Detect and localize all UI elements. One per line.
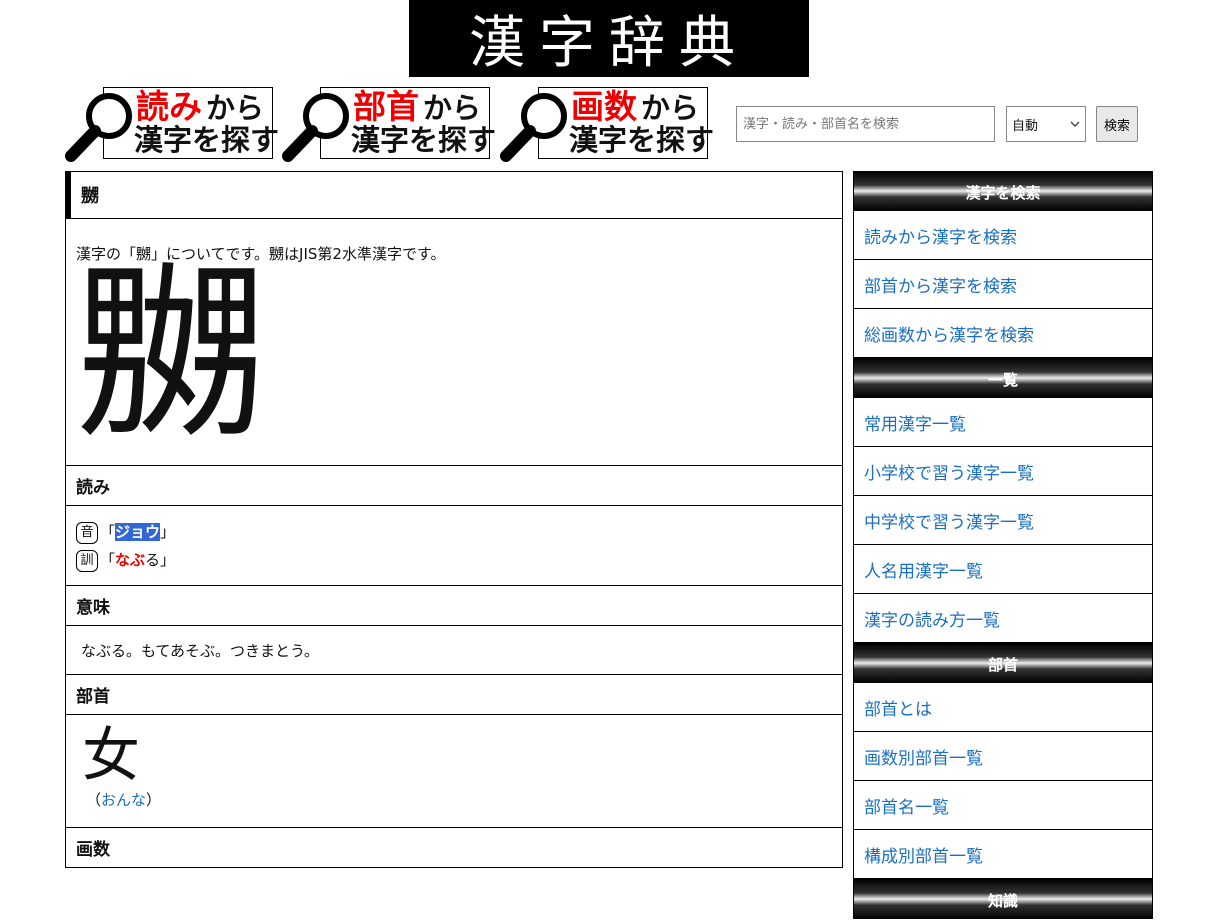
- meaning-heading: 意味: [66, 585, 842, 626]
- readings-body: 音「ジョウ」 訓「なぶる」: [66, 506, 842, 586]
- sidebar-heading-search: 漢字を検索: [854, 171, 1152, 211]
- search-by-strokes-line2: 漢字を探す: [569, 123, 715, 157]
- quote-open: 「: [100, 551, 116, 569]
- chevron-down-icon: [1070, 121, 1080, 127]
- kun-reading-okurigana: る: [145, 551, 161, 569]
- sidebar-heading-bushu: 部首: [854, 643, 1152, 683]
- bushu-glyph[interactable]: 女: [82, 721, 140, 791]
- kun-reading: 訓「なぶる」: [76, 546, 832, 574]
- meaning-text: なぶる。もてあそぶ。つきまとう。: [81, 642, 320, 660]
- on-reading: 音「ジョウ」: [76, 518, 832, 546]
- kun-reading-mark: 訓: [76, 549, 98, 572]
- search-by-radical-suffix: から: [423, 91, 482, 125]
- sidebar-item-reading-list[interactable]: 漢字の読み方一覧: [854, 594, 1152, 643]
- kanji-large-glyph: 嬲: [76, 245, 267, 466]
- quote-close: 」: [160, 551, 176, 569]
- bushu-body: 女 （おんな）: [66, 715, 842, 828]
- strokes-heading: 画数: [66, 827, 842, 868]
- search-by-reading-highlight: 読み: [136, 87, 202, 126]
- search-by-reading-button[interactable]: 読み から 漢字を探す: [65, 87, 279, 162]
- sidebar-item-bushu-by-strokes[interactable]: 画数別部首一覧: [854, 732, 1152, 781]
- sidebar: 漢字を検索 読みから漢字を検索 部首から漢字を検索 総画数から漢字を検索 一覧 …: [853, 171, 1153, 919]
- paren-close: ）: [146, 791, 162, 809]
- search-by-strokes-highlight: 画数: [571, 87, 637, 126]
- search-input[interactable]: [736, 106, 995, 142]
- search-by-radical-line2: 漢字を探す: [351, 123, 497, 157]
- quote-open: 「: [100, 523, 116, 541]
- search-button[interactable]: 検索: [1096, 106, 1138, 142]
- search-by-reading-line2: 漢字を探す: [134, 123, 280, 157]
- sidebar-heading-lists: 一覧: [854, 358, 1152, 398]
- bushu-reading-link[interactable]: おんな: [101, 791, 146, 809]
- bushu-reading: （おんな）: [86, 789, 161, 810]
- search-mode-select[interactable]: 自動: [1006, 106, 1086, 142]
- search-by-radical-highlight: 部首: [353, 87, 419, 126]
- sidebar-item-jinmeiyo[interactable]: 人名用漢字一覧: [854, 545, 1152, 594]
- sidebar-item-elementary[interactable]: 小学校で習う漢字一覧: [854, 447, 1152, 496]
- search-by-strokes-suffix: から: [641, 91, 700, 125]
- readings-heading: 読み: [66, 465, 842, 506]
- site-logo[interactable]: 漢字辞典: [409, 0, 809, 77]
- search-mode-value: 自動: [1012, 118, 1039, 134]
- kanji-intro-section: 漢字の「嬲」についてです。嬲はJIS第2水準漢字です。 嬲: [66, 219, 842, 466]
- on-reading-value[interactable]: ジョウ: [115, 523, 161, 541]
- sidebar-item-search-by-strokes[interactable]: 総画数から漢字を検索: [854, 309, 1152, 358]
- search-by-strokes-button[interactable]: 画数 から 漢字を探す: [500, 87, 714, 162]
- sidebar-heading-knowledge: 知識: [854, 879, 1152, 919]
- kanji-article: 嬲 漢字の「嬲」についてです。嬲はJIS第2水準漢字です。 嬲 読み 音「ジョウ…: [65, 171, 843, 868]
- magnifier-icon: [65, 93, 132, 162]
- sidebar-item-search-by-radical[interactable]: 部首から漢字を検索: [854, 260, 1152, 309]
- sidebar-item-what-is-bushu[interactable]: 部首とは: [854, 683, 1152, 732]
- search-by-radical-button[interactable]: 部首 から 漢字を探す: [282, 87, 496, 162]
- sidebar-item-bushu-names[interactable]: 部首名一覧: [854, 781, 1152, 830]
- kun-reading-value[interactable]: なぶ: [115, 551, 145, 569]
- bushu-heading: 部首: [66, 674, 842, 715]
- magnifier-icon: [282, 93, 349, 162]
- paren-open: （: [86, 791, 102, 809]
- sidebar-item-bushu-by-structure[interactable]: 構成別部首一覧: [854, 830, 1152, 879]
- search-by-reading-suffix: から: [206, 91, 265, 125]
- sidebar-item-joyo[interactable]: 常用漢字一覧: [854, 398, 1152, 447]
- kanji-title: 嬲: [66, 172, 842, 219]
- magnifier-icon: [500, 93, 567, 162]
- sidebar-item-junior-high[interactable]: 中学校で習う漢字一覧: [854, 496, 1152, 545]
- quote-close: 」: [160, 523, 176, 541]
- on-reading-mark: 音: [76, 521, 98, 544]
- sidebar-item-search-by-reading[interactable]: 読みから漢字を検索: [854, 211, 1152, 260]
